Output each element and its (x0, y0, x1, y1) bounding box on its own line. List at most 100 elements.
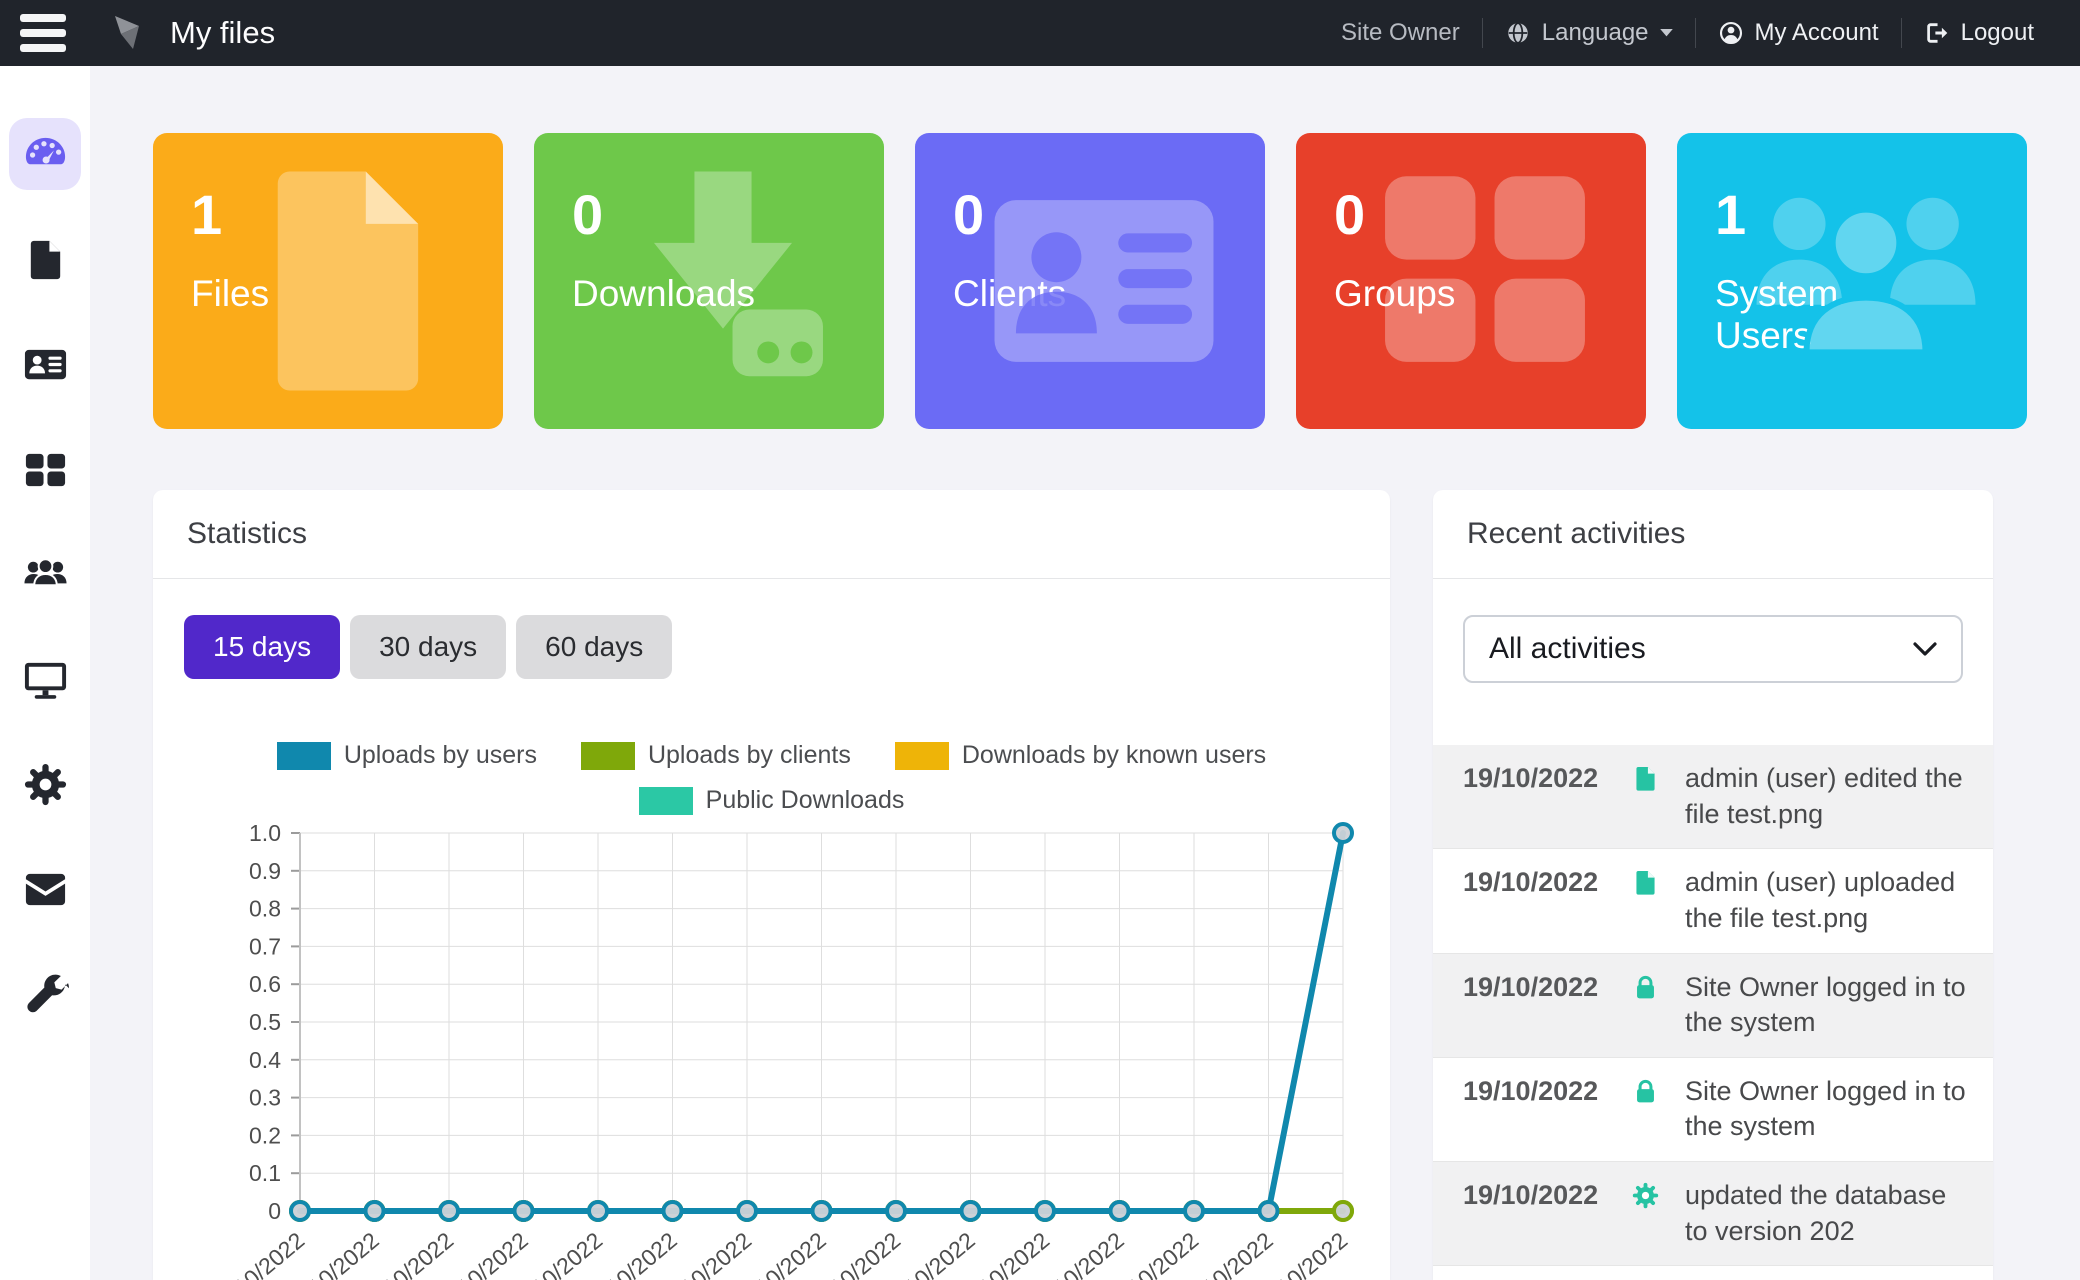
legend-label: Downloads by known users (962, 741, 1266, 770)
svg-text:0: 0 (268, 1198, 281, 1224)
idcard-icon (985, 162, 1223, 400)
activity-text: Site Owner logged in to the system (1685, 1074, 1973, 1145)
legend-label: Uploads by users (344, 741, 537, 770)
envelope-icon (22, 866, 69, 913)
wrench-icon (22, 971, 69, 1018)
svg-text:0.2: 0.2 (249, 1122, 281, 1148)
tab-15-days[interactable]: 15 days (184, 615, 340, 679)
svg-text:0.4: 0.4 (249, 1047, 281, 1073)
lock-icon (1631, 973, 1660, 1002)
activity-date: 19/10/2022 (1463, 1074, 1631, 1110)
activity-filter-select[interactable]: All activities (1463, 615, 1963, 683)
file-icon (22, 236, 69, 283)
legend-item-public-downloads[interactable]: Public Downloads (639, 786, 905, 815)
navbar-actions: Site Owner Language My Account (1319, 18, 2080, 48)
range-tabs: 15 days30 days60 days (184, 615, 1390, 679)
gear-icon (1631, 1181, 1660, 1210)
activity-date: 19/10/2022 (1463, 970, 1631, 1006)
user-circle-icon (1718, 20, 1744, 46)
stat-card-files[interactable]: 1 Files (153, 133, 503, 429)
sidebar-item-dashboard[interactable] (9, 118, 81, 190)
legend-swatch (639, 787, 693, 815)
svg-text:8/10/2022: 8/10/2022 (438, 1227, 533, 1280)
logout-button[interactable]: Logout (1902, 19, 2056, 47)
activity-date: 19/10/2022 (1463, 761, 1631, 797)
sidebar-item-system[interactable] (9, 643, 81, 715)
activity-date: 19/10/2022 (1463, 865, 1631, 901)
sidebar (0, 66, 90, 1280)
monitor-icon (22, 656, 69, 703)
app-logo-icon (110, 14, 144, 52)
sidebar-item-groups[interactable] (9, 538, 81, 610)
activity-text: admin (user) edited the file test.png (1685, 761, 1973, 832)
logout-label: Logout (1961, 19, 2034, 47)
stat-card-downloads[interactable]: 0 Downloads (534, 133, 884, 429)
sidebar-item-categories[interactable] (9, 433, 81, 505)
sidebar-item-settings[interactable] (9, 748, 81, 820)
stat-value: 0 (1334, 187, 1365, 243)
activity-text: updated the database to version 202 (1685, 1178, 1973, 1249)
activity-row: 19/10/2022 Site Owner logged in to the s… (1433, 954, 1993, 1058)
svg-text:0.6: 0.6 (249, 971, 281, 997)
language-label: Language (1542, 19, 1649, 47)
activity-row: 19/10/2022 admin (user) uploaded the fil… (1433, 849, 1993, 953)
statistics-panel: Statistics 15 days30 days60 days Uploads… (153, 490, 1390, 1280)
sidebar-item-email[interactable] (9, 853, 81, 925)
logout-icon (1924, 20, 1950, 46)
svg-text:0.3: 0.3 (249, 1085, 281, 1111)
my-account-label: My Account (1755, 19, 1879, 47)
file-icon (1631, 868, 1660, 897)
legend-item-uploads-by-users[interactable]: Uploads by users (277, 741, 537, 770)
activity-text: admin (user) uploaded the file test.png (1685, 865, 1973, 936)
sidebar-item-files[interactable] (9, 223, 81, 295)
stat-value: 0 (572, 187, 603, 243)
chart-legend: Uploads by users Uploads by clients Down… (153, 741, 1390, 815)
hamburger-icon (20, 14, 66, 22)
stat-value: 0 (953, 187, 984, 243)
my-account-button[interactable]: My Account (1696, 19, 1901, 47)
recent-activities-title: Recent activities (1433, 490, 1993, 579)
activity-row: 19/10/2022 updated the database to versi… (1433, 1162, 1993, 1266)
activity-row: 19/10/2022 admin (user) edited the file … (1433, 745, 1993, 849)
sidebar-item-clients[interactable] (9, 328, 81, 400)
users-icon (22, 551, 69, 598)
download-icon (604, 162, 842, 400)
stat-card-groups[interactable]: 0 Groups (1296, 133, 1646, 429)
tab-60-days[interactable]: 60 days (516, 615, 672, 679)
stat-card-system-users[interactable]: 1 System Users (1677, 133, 2027, 429)
recent-activities-panel: Recent activities All activities 19/10/2… (1433, 490, 1993, 1280)
svg-text:7/10/2022: 7/10/2022 (363, 1227, 458, 1280)
svg-text:0.9: 0.9 (249, 858, 281, 884)
file-icon (223, 162, 461, 400)
sidebar-item-tools[interactable] (9, 958, 81, 1030)
caret-down-icon (1660, 29, 1673, 37)
svg-text:6/10/2022: 6/10/2022 (289, 1227, 384, 1280)
menu-toggle-button[interactable] (20, 14, 68, 52)
legend-item-downloads-by-known-users[interactable]: Downloads by known users (895, 741, 1266, 770)
svg-text:5/10/2022: 5/10/2022 (214, 1227, 309, 1280)
legend-label: Public Downloads (706, 786, 905, 815)
file-icon (1631, 764, 1660, 793)
legend-item-uploads-by-clients[interactable]: Uploads by clients (581, 741, 851, 770)
svg-text:0.7: 0.7 (249, 933, 281, 959)
stat-value: 1 (191, 187, 222, 243)
statistics-title: Statistics (153, 490, 1390, 579)
grid-icon (22, 446, 69, 493)
activity-date: 19/10/2022 (1463, 1178, 1631, 1214)
tab-30-days[interactable]: 30 days (350, 615, 506, 679)
page-title: My files (170, 15, 275, 51)
activity-filter-value: All activities (1489, 632, 1646, 666)
svg-text:1.0: 1.0 (249, 820, 281, 846)
logged-user-label: Site Owner (1319, 19, 1482, 47)
users-icon (1747, 162, 1985, 400)
statistics-chart: 00.10.20.30.40.50.60.70.80.91.05/10/2022… (153, 820, 1390, 1280)
stat-cards: 1 Files 0 Downloads 0 Clients 0 Groups 1… (153, 133, 2028, 429)
stat-card-clients[interactable]: 0 Clients (915, 133, 1265, 429)
activity-row: 19/10/2022 Site Owner logged in to the s… (1433, 1058, 1993, 1162)
language-menu[interactable]: Language (1483, 19, 1695, 47)
svg-text:0.8: 0.8 (249, 896, 281, 922)
stat-value: 1 (1715, 187, 1746, 243)
lock-icon (1631, 1077, 1660, 1106)
legend-label: Uploads by clients (648, 741, 851, 770)
svg-text:9/10/2022: 9/10/2022 (512, 1227, 607, 1280)
